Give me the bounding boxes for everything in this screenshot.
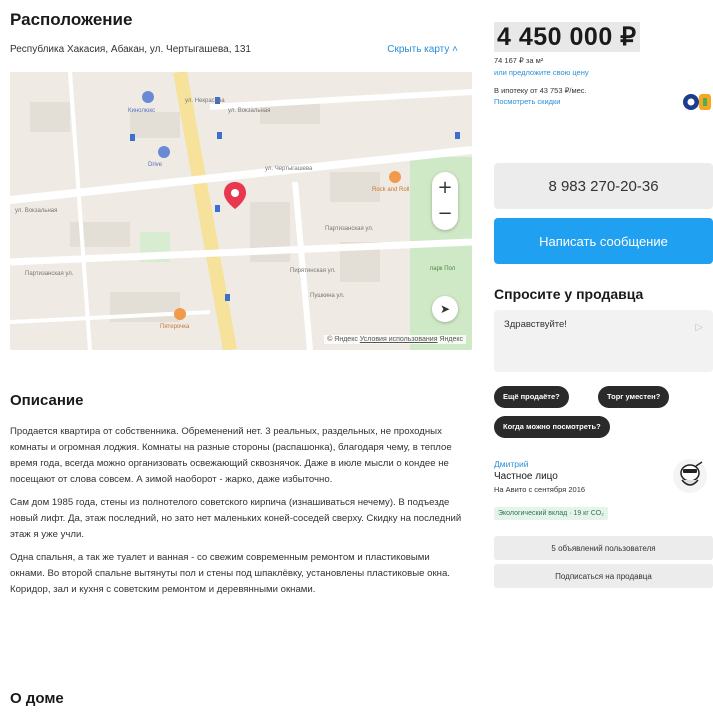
offer-price-link[interactable]: или предложите свою цену <box>494 68 589 77</box>
ask-seller-message: Здравствуйте! <box>504 319 567 330</box>
quick-question-chip[interactable]: Ещё продаёте? <box>494 386 569 408</box>
zoom-control: + − <box>432 172 458 230</box>
seller-avatar[interactable] <box>672 458 708 494</box>
map-poi-label: Drive <box>148 162 163 168</box>
seller-name-link[interactable]: Дмитрий <box>494 459 528 469</box>
description-paragraph: Сам дом 1985 года, стены из полнотелого … <box>10 497 462 540</box>
ask-seller-title: Спросите у продавца <box>494 286 644 302</box>
map-street-label: Пирятинская ул. <box>290 268 336 274</box>
map-poi-label: Пятерочка <box>160 324 190 330</box>
eco-badge: Экологический вклад · 19 кг CO₂ <box>494 507 608 520</box>
discounts-link[interactable]: Посмотреть скидки <box>494 97 561 106</box>
hide-map-label: Скрыть карту <box>387 44 450 55</box>
location-title: Расположение <box>10 10 133 29</box>
map[interactable]: ул. Вокзальная ул. Вокзальная ул. Чертыг… <box>10 72 472 350</box>
map-brand: Яндекс <box>439 336 463 343</box>
seller-type: Частное лицо <box>494 471 558 482</box>
map-street-label: Пушкина ул. <box>310 293 345 299</box>
map-copyright: © Яндекс <box>327 336 358 343</box>
bank-logo-icon[interactable] <box>681 88 713 116</box>
map-canvas: ул. Вокзальная ул. Вокзальная ул. Чертыг… <box>10 72 472 350</box>
quick-question-chip[interactable]: Когда можно посмотреть? <box>494 416 610 438</box>
map-street-label: ул. Некрасова <box>185 98 225 104</box>
description-text: Продается квартира от собственника. Обре… <box>10 424 462 605</box>
price-per-sqm: 74 167 ₽ за м² <box>494 56 544 65</box>
map-footer: © Яндекс Условия использования Яндекс <box>324 335 466 344</box>
geolocation-button[interactable]: ➤ <box>432 296 458 322</box>
mortgage-text: В ипотеку от 43 753 ₽/мес. <box>494 86 587 95</box>
hide-map-link[interactable]: Скрыть карту ˄ <box>387 44 458 55</box>
description-paragraph: Продается квартира от собственника. Обре… <box>10 426 452 485</box>
map-poi-label: Кинолюкс <box>128 108 155 114</box>
about-house-title: О доме <box>10 690 64 707</box>
send-icon[interactable]: ▷ <box>695 322 703 333</box>
map-street-label: Партизанская ул. <box>25 271 74 277</box>
price: 4 450 000 ₽ <box>494 22 640 52</box>
seller-since: На Авито с сентября 2016 <box>494 485 586 494</box>
chevron-up-icon: ˄ <box>452 44 458 55</box>
show-phone-button[interactable]: 8 983 270-20-36 <box>494 163 713 209</box>
seller-listings-button[interactable]: 5 объявлений пользователя <box>494 536 713 560</box>
map-street-label: ул. Вокзальная <box>228 108 270 114</box>
zoom-out-button[interactable]: − <box>432 201 458 227</box>
description-title: Описание <box>10 392 84 409</box>
navigation-arrow-icon: ➤ <box>439 302 451 316</box>
description-paragraph: Одна спальня, а так же туалет и ванная -… <box>10 552 450 595</box>
ask-seller-input[interactable]: Здравствуйте! ▷ <box>494 310 713 372</box>
map-street-label: Партизанская ул. <box>325 226 374 232</box>
address-text: Республика Хакасия, Абакан, ул. Чертыгаш… <box>10 44 251 55</box>
map-poi-label: Rock and Roll <box>372 187 409 193</box>
zoom-in-button[interactable]: + <box>432 175 458 201</box>
subscribe-seller-button[interactable]: Подписаться на продавца <box>494 564 713 588</box>
map-poi-label: парк Пол <box>430 266 456 272</box>
map-street-label: ул. Чертыгашева <box>265 166 313 172</box>
map-terms-link[interactable]: Условия использования <box>360 336 438 343</box>
write-message-button[interactable]: Написать сообщение <box>494 218 713 264</box>
map-street-label: ул. Вокзальная <box>15 208 57 214</box>
quick-question-chip[interactable]: Торг уместен? <box>598 386 670 408</box>
